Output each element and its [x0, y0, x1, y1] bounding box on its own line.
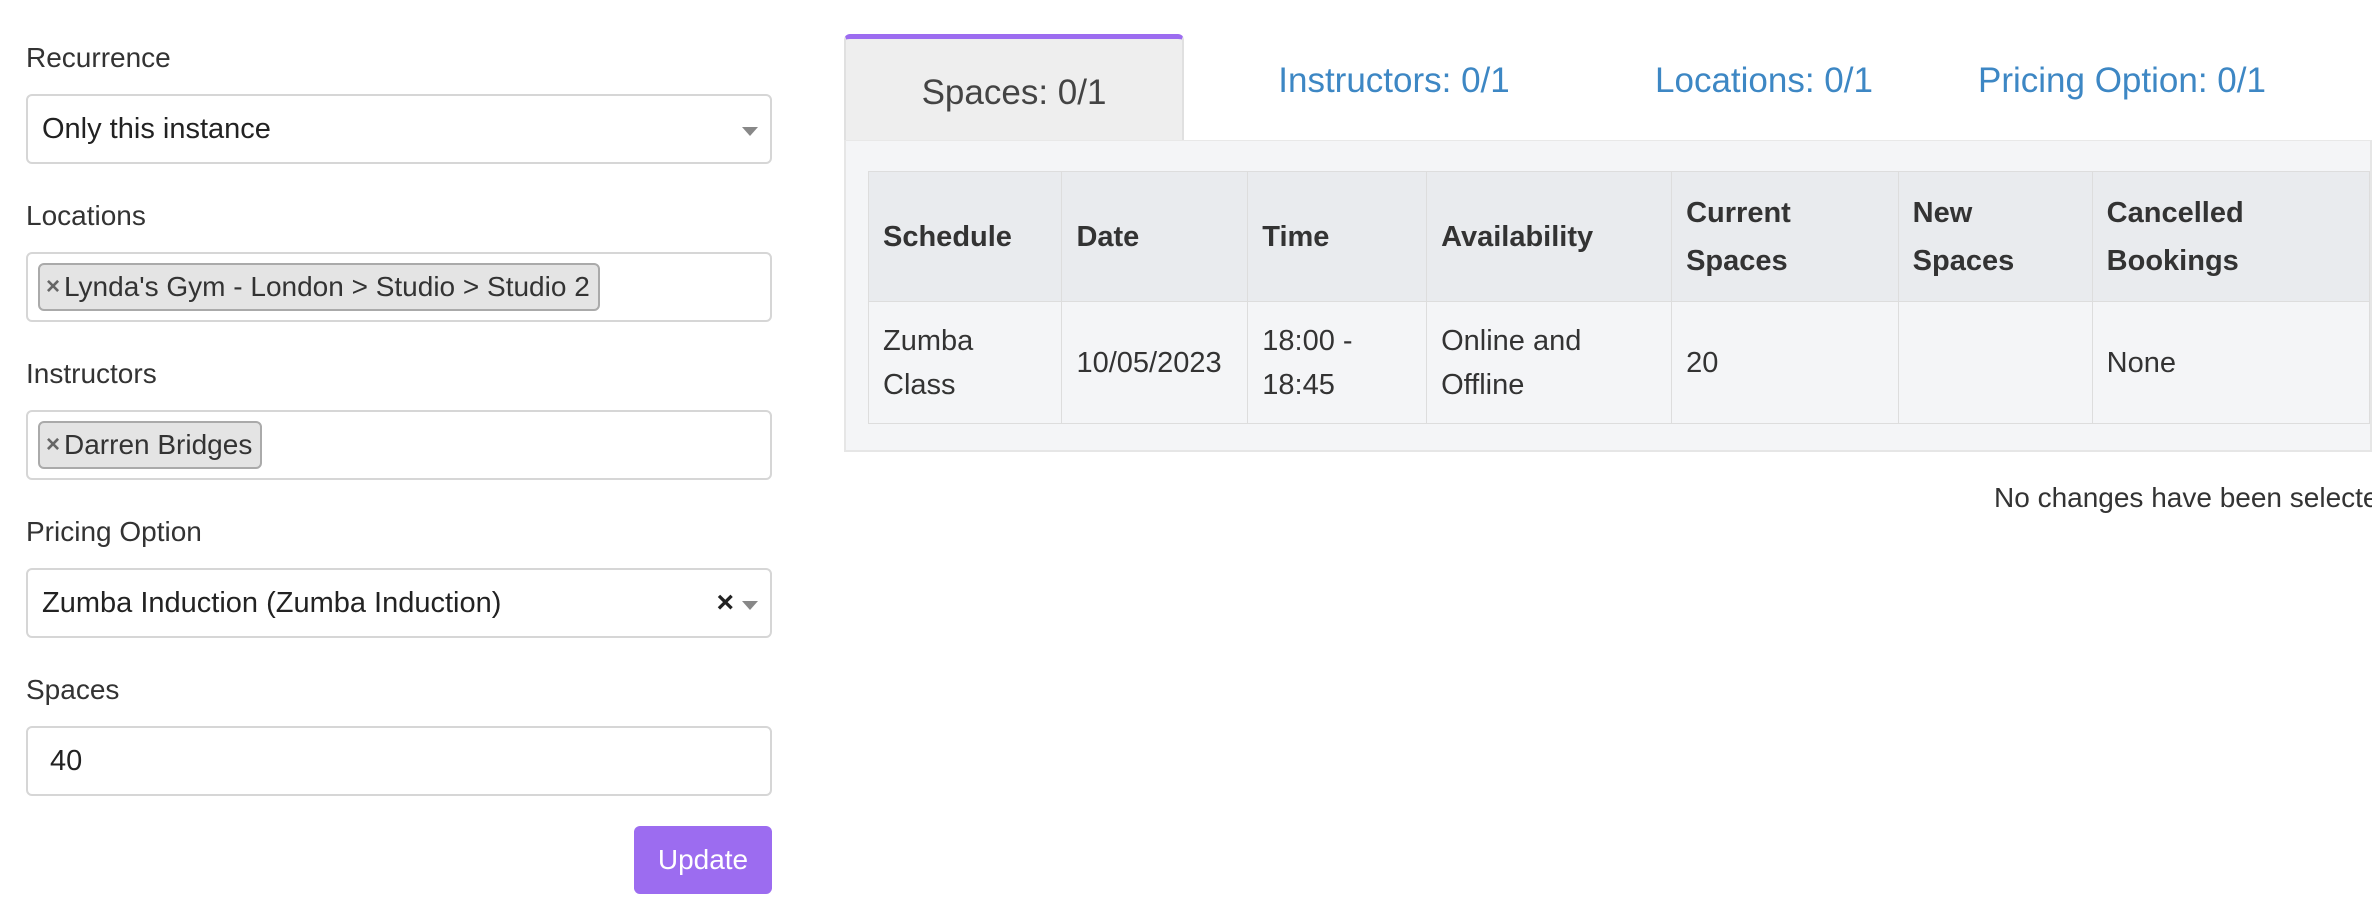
column-header-new-spaces: New Spaces: [1897, 171, 2093, 302]
remove-tag-icon[interactable]: ×: [46, 431, 60, 459]
column-header-time: Time: [1247, 171, 1428, 302]
table-header-row: Schedule Date Time Availability Current …: [867, 171, 2371, 302]
tab-instructors[interactable]: Instructors: 0/1: [1226, 34, 1562, 140]
column-header-availability: Availability: [1426, 171, 1673, 302]
cell-new-spaces: [1897, 301, 2093, 424]
column-header-cancelled-bookings: Cancelled Bookings: [2091, 171, 2371, 302]
tab-bar: Spaces: 0/1 Instructors: 0/1 Locations: …: [844, 34, 2372, 140]
update-button[interactable]: Update: [634, 826, 772, 894]
recurrence-label: Recurrence: [26, 42, 171, 73]
chevron-down-icon: [742, 601, 758, 610]
recurrence-value: Only this instance: [42, 112, 271, 145]
instructor-tag: × Darren Bridges: [38, 421, 263, 469]
chevron-down-icon: [742, 127, 758, 136]
cell-cancelled-bookings: None: [2091, 301, 2371, 424]
pricing-option-value: Zumba Induction (Zumba Induction): [42, 586, 502, 619]
clear-icon[interactable]: ×: [716, 588, 734, 618]
cell-schedule: Zumba Class: [867, 301, 1063, 424]
tab-locations[interactable]: Locations: 0/1: [1604, 34, 1924, 140]
table-row: Zumba Class 10/05/2023 18:00 - 18:45 Onl…: [867, 301, 2371, 424]
column-header-current-spaces: Current Spaces: [1671, 171, 1899, 302]
pricing-option-label: Pricing Option: [26, 516, 202, 547]
status-message: No changes have been selected: [1994, 482, 2372, 513]
cell-date: 10/05/2023: [1061, 301, 1249, 424]
location-tag: × Lynda's Gym - London > Studio > Studio…: [38, 263, 600, 311]
spaces-value: 40: [50, 744, 83, 777]
remove-tag-icon[interactable]: ×: [46, 273, 60, 301]
tab-spaces[interactable]: Spaces: 0/1: [844, 34, 1184, 140]
instructors-multiselect[interactable]: × Darren Bridges: [26, 410, 772, 480]
column-header-schedule: Schedule: [867, 171, 1063, 302]
changes-panel: Spaces: 0/1 Instructors: 0/1 Locations: …: [844, 34, 2372, 513]
pricing-option-select[interactable]: Zumba Induction (Zumba Induction) ×: [26, 568, 772, 638]
cell-current-spaces: 20: [1671, 301, 1899, 424]
locations-label: Locations: [26, 200, 146, 231]
tab-pricing-option[interactable]: Pricing Option: 0/1: [1968, 34, 2372, 140]
location-tag-label: Lynda's Gym - London > Studio > Studio 2: [64, 271, 590, 302]
instructors-label: Instructors: [26, 358, 157, 389]
spaces-label: Spaces: [26, 674, 120, 705]
cell-availability: Online and Offline: [1426, 301, 1673, 424]
changes-table: Schedule Date Time Availability Current …: [867, 171, 2371, 424]
column-header-date: Date: [1061, 171, 1249, 302]
instructor-tag-label: Darren Bridges: [64, 429, 253, 460]
cell-time: 18:00 - 18:45: [1247, 301, 1428, 424]
spaces-input[interactable]: 40: [26, 726, 772, 796]
recurrence-select[interactable]: Only this instance: [26, 94, 772, 164]
locations-multiselect[interactable]: × Lynda's Gym - London > Studio > Studio…: [26, 252, 772, 322]
changes-table-container: Schedule Date Time Availability Current …: [844, 140, 2372, 452]
